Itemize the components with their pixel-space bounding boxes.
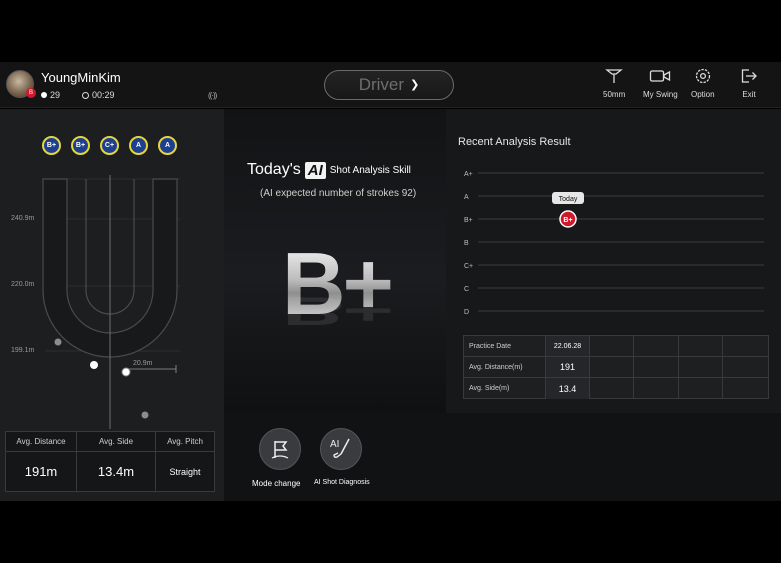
- shot-stats-table: Avg. Distance Avg. Side Avg. Pitch 191m …: [5, 431, 215, 492]
- session-timer: 00:29: [82, 90, 115, 100]
- tee-height-icon: [605, 69, 623, 83]
- exit-button[interactable]: Exit: [740, 68, 758, 99]
- shot-map-panel: B+ B+ C+ A A 240.9m 220.0m 199.1m 20.9m …: [0, 109, 224, 501]
- chart-point-tag-label: Today: [559, 196, 578, 203]
- chart-tick-label: A: [464, 194, 469, 201]
- avg-distance-label: Avg. Distance(m): [464, 357, 547, 377]
- chart-tick-label: B: [464, 240, 469, 247]
- tee-height-button[interactable]: 50mm: [603, 68, 625, 99]
- mode-change-button[interactable]: [259, 428, 301, 470]
- stat-header-side: Avg. Side: [77, 432, 156, 451]
- exit-label: Exit: [742, 90, 756, 99]
- practice-date-label: Practice Date: [464, 336, 547, 356]
- ball-count: 29: [41, 90, 60, 100]
- ai-shot-diagnosis-button[interactable]: AI: [320, 428, 362, 470]
- avg-side-value: 13.4: [546, 378, 590, 399]
- shot-point: [90, 361, 98, 369]
- analysis-title: Today's AI Shot Analysis Skill: [247, 161, 411, 179]
- distance-label: 240.9m: [11, 215, 35, 222]
- my-swing-button[interactable]: My Swing: [643, 68, 678, 99]
- ai-analysis-panel: Today's AI Shot Analysis Skill (AI expec…: [224, 109, 446, 413]
- action-bar: Mode change AI AI Shot Diagnosis: [224, 413, 781, 501]
- chart-tick-label: C: [464, 286, 469, 293]
- avg-distance-value: 191: [546, 357, 590, 377]
- video-camera-icon: [650, 70, 671, 82]
- distance-label: 220.0m: [11, 281, 35, 288]
- skill-grade-reflection: B+: [282, 288, 391, 334]
- chart-tick-label: B+: [464, 217, 473, 224]
- chart-point-label: B+: [563, 217, 572, 224]
- mode-change-label: Mode change: [252, 479, 301, 488]
- gear-icon: [695, 68, 710, 84]
- club-select-value: Driver: [358, 75, 405, 94]
- analysis-title-prefix: Today's: [247, 161, 301, 178]
- shot-point-latest: [121, 367, 131, 377]
- ball-icon: [41, 92, 47, 98]
- analysis-title-suffix: Shot Analysis Skill: [329, 164, 411, 176]
- ai-club-icon: AI: [330, 438, 350, 458]
- session-timer-value: 00:29: [92, 90, 115, 100]
- option-button[interactable]: Option: [691, 68, 715, 99]
- top-bar: B YoungMinKim 29 00:29 ((·)) Driver ❯ 50…: [0, 62, 781, 108]
- recent-analysis-panel: Recent Analysis Result A+ A B+ B C+ C D Today B+…: [446, 109, 781, 413]
- table-row: Avg. Distance(m) 191: [464, 357, 768, 378]
- stat-value-pitch: Straight: [169, 466, 201, 477]
- tee-height-label: 50mm: [603, 90, 626, 99]
- table-row: Avg. Side(m) 13.4: [464, 378, 768, 399]
- avg-side-label: Avg. Side(m): [464, 378, 547, 399]
- shot-point: [141, 411, 149, 419]
- recent-grade-chart: A+ A B+ B C+ C D Today B+: [464, 171, 764, 316]
- expected-strokes: (AI expected number of strokes 92): [260, 188, 417, 199]
- chart-tick-label: A+: [464, 171, 473, 178]
- signal-icon: ((·)): [208, 91, 217, 100]
- practice-date-value: 22.06.28: [546, 336, 590, 356]
- user-level-badge: B: [26, 88, 36, 98]
- clock-icon: [82, 91, 89, 99]
- stat-header-distance: Avg. Distance: [6, 432, 77, 451]
- shot-dispersion-map: [42, 175, 180, 429]
- my-swing-label: My Swing: [643, 90, 678, 99]
- shot-point: [54, 338, 62, 346]
- flag-icon: [271, 441, 289, 459]
- distance-label: 199.1m: [11, 347, 35, 354]
- ai-shot-diagnosis-label: AI Shot Diagnosis: [314, 479, 370, 486]
- chart-tick-label: D: [464, 309, 469, 316]
- club-select[interactable]: Driver ❯: [324, 70, 454, 100]
- stat-header-pitch: Avg. Pitch: [167, 437, 203, 446]
- side-distance-label: 20.9m: [133, 360, 153, 367]
- username: YoungMinKim: [41, 70, 121, 85]
- stat-value-distance: 191m: [6, 452, 77, 491]
- table-row: Practice Date 22.06.28: [464, 336, 768, 357]
- ai-logo-icon: AI: [304, 161, 326, 179]
- exit-icon: [741, 69, 757, 83]
- svg-text:AI: AI: [330, 439, 339, 450]
- stat-value-side: 13.4m: [77, 452, 156, 491]
- ball-count-value: 29: [50, 90, 61, 100]
- practice-history-table: Practice Date 22.06.28 Avg. Distance(m) …: [463, 335, 769, 399]
- option-label: Option: [691, 90, 715, 99]
- chart-tick-label: C+: [464, 263, 473, 270]
- chevron-down-icon: ❯: [410, 78, 420, 91]
